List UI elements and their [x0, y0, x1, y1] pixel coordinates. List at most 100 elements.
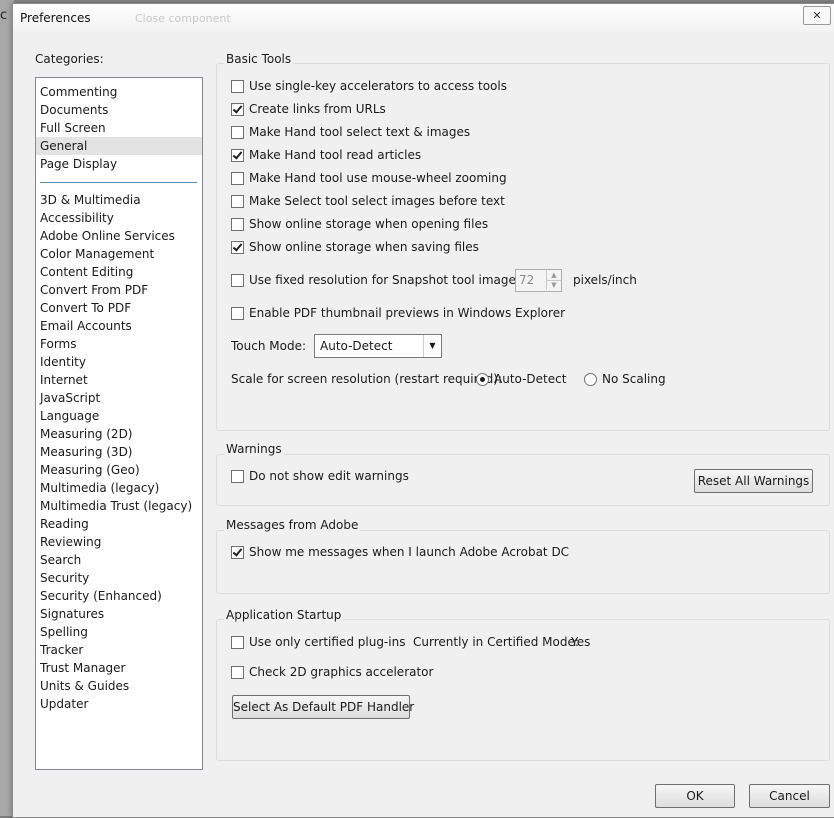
category-3d-multimedia[interactable]: 3D & Multimedia: [40, 191, 141, 209]
option-label: Show online storage when saving files: [249, 240, 479, 254]
touch-mode-label: Touch Mode:: [231, 339, 306, 353]
option-hand-tool-read-articles[interactable]: Make Hand tool read articles: [231, 147, 421, 163]
category-multimedia-trust-legacy[interactable]: Multimedia Trust (legacy): [40, 497, 192, 515]
option-select-tool-images-first[interactable]: Make Select tool select images before te…: [231, 193, 505, 209]
close-button[interactable]: ✕: [803, 6, 831, 25]
snapshot-resolution-value[interactable]: 72: [519, 273, 534, 287]
category-measuring-2d[interactable]: Measuring (2D): [40, 425, 133, 443]
option-label: Use only certified plug-ins: [249, 635, 406, 649]
category-full-screen[interactable]: Full Screen: [40, 119, 106, 137]
category-convert-from-pdf[interactable]: Convert From PDF: [40, 281, 148, 299]
option-show-adobe-messages[interactable]: Show me messages when I launch Adobe Acr…: [231, 544, 569, 560]
basic-tools-title: Basic Tools: [224, 52, 294, 66]
category-identity[interactable]: Identity: [40, 353, 86, 371]
option-label: Make Hand tool use mouse-wheel zooming: [249, 171, 507, 185]
category-units-guides[interactable]: Units & Guides: [40, 677, 129, 695]
checkbox[interactable]: [231, 469, 244, 483]
checkbox[interactable]: [231, 217, 244, 231]
category-measuring-geo[interactable]: Measuring (Geo): [40, 461, 140, 479]
messages-group: [216, 530, 830, 594]
option-label: Create links from URLs: [249, 102, 386, 116]
category-search[interactable]: Search: [40, 551, 81, 569]
category-documents[interactable]: Documents: [40, 101, 108, 119]
option-pdf-thumbnail-previews[interactable]: Enable PDF thumbnail previews in Windows…: [231, 305, 565, 321]
category-multimedia-legacy[interactable]: Multimedia (legacy): [40, 479, 159, 497]
category-trust-manager[interactable]: Trust Manager: [40, 659, 125, 677]
option-hand-tool-select-text[interactable]: Make Hand tool select text & images: [231, 124, 470, 140]
category-email-accounts[interactable]: Email Accounts: [40, 317, 132, 335]
category-reviewing[interactable]: Reviewing: [40, 533, 101, 551]
checkbox[interactable]: [231, 273, 244, 287]
category-signatures[interactable]: Signatures: [40, 605, 104, 623]
option-label: Use single-key accelerators to access to…: [249, 79, 507, 93]
option-hand-tool-mouse-wheel-zoom[interactable]: Make Hand tool use mouse-wheel zooming: [231, 170, 507, 186]
category-spelling[interactable]: Spelling: [40, 623, 88, 641]
category-reading[interactable]: Reading: [40, 515, 89, 533]
category-internet[interactable]: Internet: [40, 371, 88, 389]
checkbox-checked[interactable]: [231, 240, 244, 254]
radio-label: No Scaling: [602, 372, 666, 386]
checkbox-checked[interactable]: [231, 148, 244, 162]
category-convert-to-pdf[interactable]: Convert To PDF: [40, 299, 131, 317]
touch-mode-dropdown[interactable]: Auto-Detect ▼: [314, 334, 442, 358]
checkbox-checked[interactable]: [231, 102, 244, 116]
radio-unselected[interactable]: [584, 372, 597, 386]
title-bar[interactable]: Preferences Close component ✕: [13, 4, 834, 32]
radio-auto-detect[interactable]: Auto-Detect: [476, 371, 566, 387]
startup-title: Application Startup: [224, 608, 344, 622]
category-commenting[interactable]: Commenting: [40, 83, 117, 101]
option-certified-plugins[interactable]: Use only certified plug-ins: [231, 634, 405, 650]
option-label: Do not show edit warnings: [249, 469, 409, 483]
checkbox[interactable]: [231, 194, 244, 208]
categories-list[interactable]: Commenting Documents Full Screen General…: [35, 77, 203, 770]
radio-no-scaling[interactable]: No Scaling: [584, 371, 666, 387]
option-online-storage-opening[interactable]: Show online storage when opening files: [231, 216, 488, 232]
radio-label: Auto-Detect: [494, 372, 567, 386]
snapshot-resolution-spinner[interactable]: 72 ▲ ▼: [515, 269, 562, 292]
category-accessibility[interactable]: Accessibility: [40, 209, 114, 227]
category-color-management[interactable]: Color Management: [40, 245, 154, 263]
checkbox[interactable]: [231, 171, 244, 185]
category-page-display[interactable]: Page Display: [40, 155, 117, 173]
radio-selected[interactable]: [476, 372, 489, 386]
option-label: Show me messages when I launch Adobe Acr…: [249, 545, 570, 559]
category-security-enhanced[interactable]: Security (Enhanced): [40, 587, 162, 605]
checkbox[interactable]: [231, 306, 244, 320]
checkbox[interactable]: [231, 635, 244, 649]
category-tracker[interactable]: Tracker: [40, 641, 83, 659]
option-create-links-from-urls[interactable]: Create links from URLs: [231, 101, 386, 117]
option-label: Check 2D graphics accelerator: [249, 665, 434, 679]
background-ghost-text: Close component: [135, 12, 231, 25]
categories-label: Categories:: [35, 52, 104, 66]
category-measuring-3d[interactable]: Measuring (3D): [40, 443, 133, 461]
background-text: c: [0, 8, 8, 23]
category-adobe-online-services[interactable]: Adobe Online Services: [40, 227, 175, 245]
category-updater[interactable]: Updater: [40, 695, 88, 713]
category-javascript[interactable]: JavaScript: [40, 389, 100, 407]
snapshot-unit-label: pixels/inch: [573, 273, 637, 287]
certified-mode-label: Currently in Certified Mode:: [413, 635, 579, 649]
chevron-down-icon[interactable]: ▼: [423, 335, 441, 357]
option-no-edit-warnings[interactable]: Do not show edit warnings: [231, 468, 409, 484]
checkbox-checked[interactable]: [231, 545, 244, 559]
option-label: Make Select tool select images before te…: [249, 194, 505, 208]
category-language[interactable]: Language: [40, 407, 99, 425]
category-forms[interactable]: Forms: [40, 335, 76, 353]
reset-all-warnings-button[interactable]: Reset All Warnings: [694, 469, 813, 493]
category-general-selected[interactable]: General: [36, 137, 202, 155]
option-2d-graphics-accelerator[interactable]: Check 2D graphics accelerator: [231, 664, 433, 680]
spinner-down-icon[interactable]: ▼: [546, 280, 561, 290]
category-content-editing[interactable]: Content Editing: [40, 263, 133, 281]
option-label: Show online storage when opening files: [249, 217, 489, 231]
option-label: Make Hand tool select text & images: [249, 125, 471, 139]
category-security[interactable]: Security: [40, 569, 89, 587]
checkbox[interactable]: [231, 79, 244, 93]
checkbox[interactable]: [231, 125, 244, 139]
ok-button[interactable]: OK: [655, 784, 735, 808]
option-snapshot-fixed-resolution[interactable]: Use fixed resolution for Snapshot tool i…: [231, 272, 526, 288]
option-single-key-accelerators[interactable]: Use single-key accelerators to access to…: [231, 78, 507, 94]
cancel-button[interactable]: Cancel: [749, 784, 830, 808]
checkbox[interactable]: [231, 665, 244, 679]
select-default-pdf-handler-button[interactable]: Select As Default PDF Handler: [232, 695, 414, 719]
option-online-storage-saving[interactable]: Show online storage when saving files: [231, 239, 479, 255]
